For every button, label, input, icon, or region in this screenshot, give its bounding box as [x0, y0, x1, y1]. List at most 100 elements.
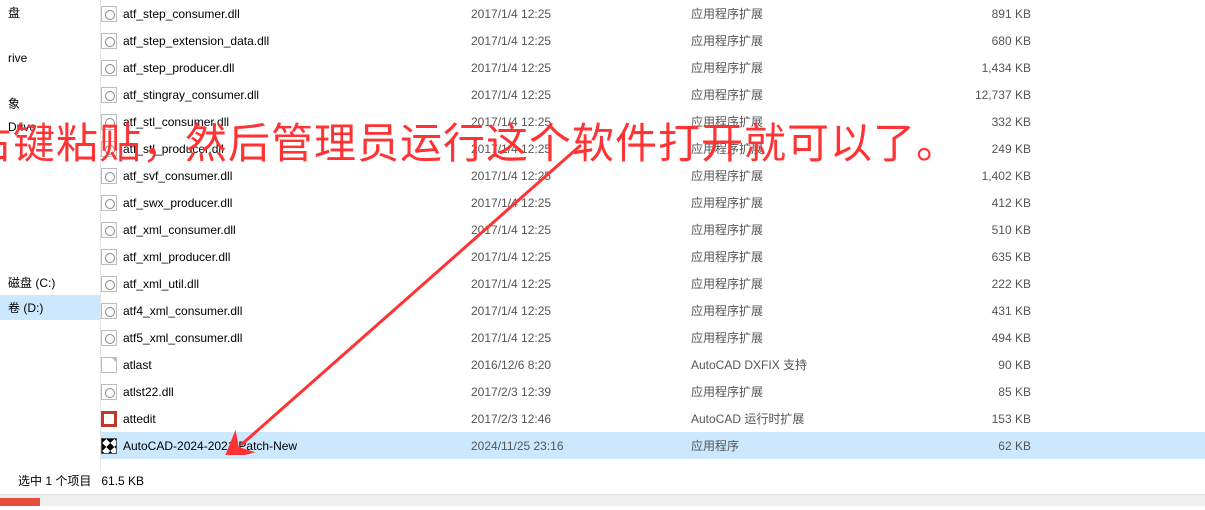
file-size: 431 KB: [891, 297, 1031, 324]
file-name: atf_xml_producer.dll: [123, 250, 230, 264]
dll-icon: [101, 87, 117, 103]
file-date: 2017/1/4 12:25: [471, 216, 691, 243]
file-date: 2016/12/6 8:20: [471, 351, 691, 378]
file-size: 680 KB: [891, 27, 1031, 54]
file-row[interactable]: atf5_xml_consumer.dll2017/1/4 12:25应用程序扩…: [101, 324, 1205, 351]
file-row[interactable]: atf_step_extension_data.dll2017/1/4 12:2…: [101, 27, 1205, 54]
file-date: 2017/1/4 12:25: [471, 54, 691, 81]
file-name: atf4_xml_consumer.dll: [123, 304, 242, 318]
file-size: 1,434 KB: [891, 54, 1031, 81]
file-size: 249 KB: [891, 135, 1031, 162]
sidebar-item-5[interactable]: Drive: [0, 116, 100, 138]
status-selection: 选中 1 个项目: [18, 474, 91, 488]
file-row[interactable]: atlst22.dll2017/2/3 12:39应用程序扩展85 KB: [101, 378, 1205, 405]
file-type: 应用程序扩展: [691, 0, 891, 27]
file-name: atlst22.dll: [123, 385, 174, 399]
file-row[interactable]: atf_stingray_consumer.dll2017/1/4 12:25应…: [101, 81, 1205, 108]
sidebar-item-3[interactable]: [0, 69, 100, 91]
page-icon: [101, 357, 117, 373]
file-row[interactable]: atf_xml_util.dll 2017/1/4 12:25应用程序扩展222 …: [101, 270, 1205, 297]
file-name: atf_xml_util.dll: [123, 277, 199, 291]
file-type: 应用程序扩展: [691, 216, 891, 243]
file-name: atf5_xml_consumer.dll: [123, 331, 242, 345]
dll-icon: [101, 249, 117, 265]
file-size: 332 KB: [891, 108, 1031, 135]
file-date: 2017/1/4 12:25: [471, 243, 691, 270]
file-size: 62 KB: [891, 432, 1031, 459]
file-date: 2017/1/4 12:25: [471, 135, 691, 162]
file-name: atf_step_consumer.dll: [123, 7, 240, 21]
file-size: 90 KB: [891, 351, 1031, 378]
file-size: 12,737 KB: [891, 81, 1031, 108]
file-type: AutoCAD 运行时扩展: [691, 405, 891, 432]
dll-icon: [101, 141, 117, 157]
dll-icon: [101, 168, 117, 184]
file-date: 2017/2/3 12:46: [471, 405, 691, 432]
file-size: 891 KB: [891, 0, 1031, 27]
sidebar-item-7[interactable]: [0, 160, 100, 182]
file-name: AutoCAD-2024-2021-Patch-New: [123, 439, 297, 453]
sidebar-item-1[interactable]: [0, 25, 100, 47]
file-row[interactable]: atf_stl_producer.dll2017/1/4 12:25应用程序扩展…: [101, 135, 1205, 162]
taskbar-strip: [0, 494, 1205, 506]
file-size: 494 KB: [891, 324, 1031, 351]
file-row[interactable]: atf4_xml_consumer.dll2017/1/4 12:25应用程序扩…: [101, 297, 1205, 324]
file-type: 应用程序扩展: [691, 81, 891, 108]
file-row[interactable]: atf_svf_consumer.dll 2017/1/4 12:25应用程序扩展…: [101, 162, 1205, 189]
file-type: 应用程序扩展: [691, 324, 891, 351]
file-type: 应用程序扩展: [691, 243, 891, 270]
sidebar-item-2[interactable]: rive: [0, 47, 100, 69]
sidebar-item-11[interactable]: [0, 248, 100, 270]
dll-icon: [101, 195, 117, 211]
taskbar-red-indicator: [0, 498, 40, 506]
file-type: 应用程序: [691, 432, 891, 459]
nav-sidebar: 盘 rive 象Drive 磁盘 (C:)卷 (D:): [0, 0, 101, 470]
file-row[interactable]: atf_stl_consumer.dll2017/1/4 12:25应用程序扩展…: [101, 108, 1205, 135]
file-type: 应用程序扩展: [691, 270, 891, 297]
dll-icon: [101, 6, 117, 22]
dll-icon: [101, 303, 117, 319]
dll-icon: [101, 114, 117, 130]
file-type: 应用程序扩展: [691, 162, 891, 189]
file-name: atf_xml_consumer.dll: [123, 223, 236, 237]
file-type: 应用程序扩展: [691, 108, 891, 135]
sidebar-item-9[interactable]: [0, 204, 100, 226]
file-row[interactable]: atf_step_producer.dll2017/1/4 12:25应用程序扩…: [101, 54, 1205, 81]
file-row[interactable]: atf_xml_producer.dll 2017/1/4 12:25应用程序扩展…: [101, 243, 1205, 270]
file-date: 2017/1/4 12:25: [471, 162, 691, 189]
file-date: 2017/1/4 12:25: [471, 0, 691, 27]
file-row[interactable]: atf_xml_consumer.dll 2017/1/4 12:25应用程序扩展…: [101, 216, 1205, 243]
sidebar-item-13[interactable]: 卷 (D:): [0, 295, 100, 320]
sidebar-item-4[interactable]: 象: [0, 91, 100, 116]
file-date: 2017/1/4 12:25: [471, 189, 691, 216]
file-type: 应用程序扩展: [691, 27, 891, 54]
sidebar-item-10[interactable]: [0, 226, 100, 248]
file-name: atf_svf_consumer.dll: [123, 169, 232, 183]
file-type: 应用程序扩展: [691, 54, 891, 81]
file-date: 2017/1/4 12:25: [471, 27, 691, 54]
file-name: attedit: [123, 412, 156, 426]
sidebar-item-0[interactable]: 盘: [0, 0, 100, 25]
file-row[interactable]: AutoCAD-2024-2021-Patch-New2024/11/25 23…: [101, 432, 1205, 459]
status-size: 61.5 KB: [101, 474, 144, 488]
red-icon: [101, 411, 117, 427]
file-date: 2017/1/4 12:25: [471, 81, 691, 108]
file-size: 153 KB: [891, 405, 1031, 432]
sidebar-item-12[interactable]: 磁盘 (C:): [0, 270, 100, 295]
file-size: 1,402 KB: [891, 162, 1031, 189]
file-row[interactable]: atf_step_consumer.dll 2017/1/4 12:25应用程序扩…: [101, 0, 1205, 27]
file-name: atf_stl_producer.dll: [123, 142, 224, 156]
dll-icon: [101, 330, 117, 346]
file-size: 222 KB: [891, 270, 1031, 297]
file-date: 2017/2/3 12:39: [471, 378, 691, 405]
file-row[interactable]: atf_swx_producer.dll2017/1/4 12:25应用程序扩展…: [101, 189, 1205, 216]
file-row[interactable]: atlast 2016/12/6 8:20AutoCAD DXFIX 支持90 K…: [101, 351, 1205, 378]
file-type: AutoCAD DXFIX 支持: [691, 351, 891, 378]
file-row[interactable]: attedit 2017/2/3 12:46AutoCAD 运行时扩展153 KB: [101, 405, 1205, 432]
file-name: atlast: [123, 358, 152, 372]
file-date: 2017/1/4 12:25: [471, 297, 691, 324]
dll-icon: [101, 60, 117, 76]
file-date: 2017/1/4 12:25: [471, 270, 691, 297]
sidebar-item-8[interactable]: [0, 182, 100, 204]
sidebar-item-6[interactable]: [0, 138, 100, 160]
